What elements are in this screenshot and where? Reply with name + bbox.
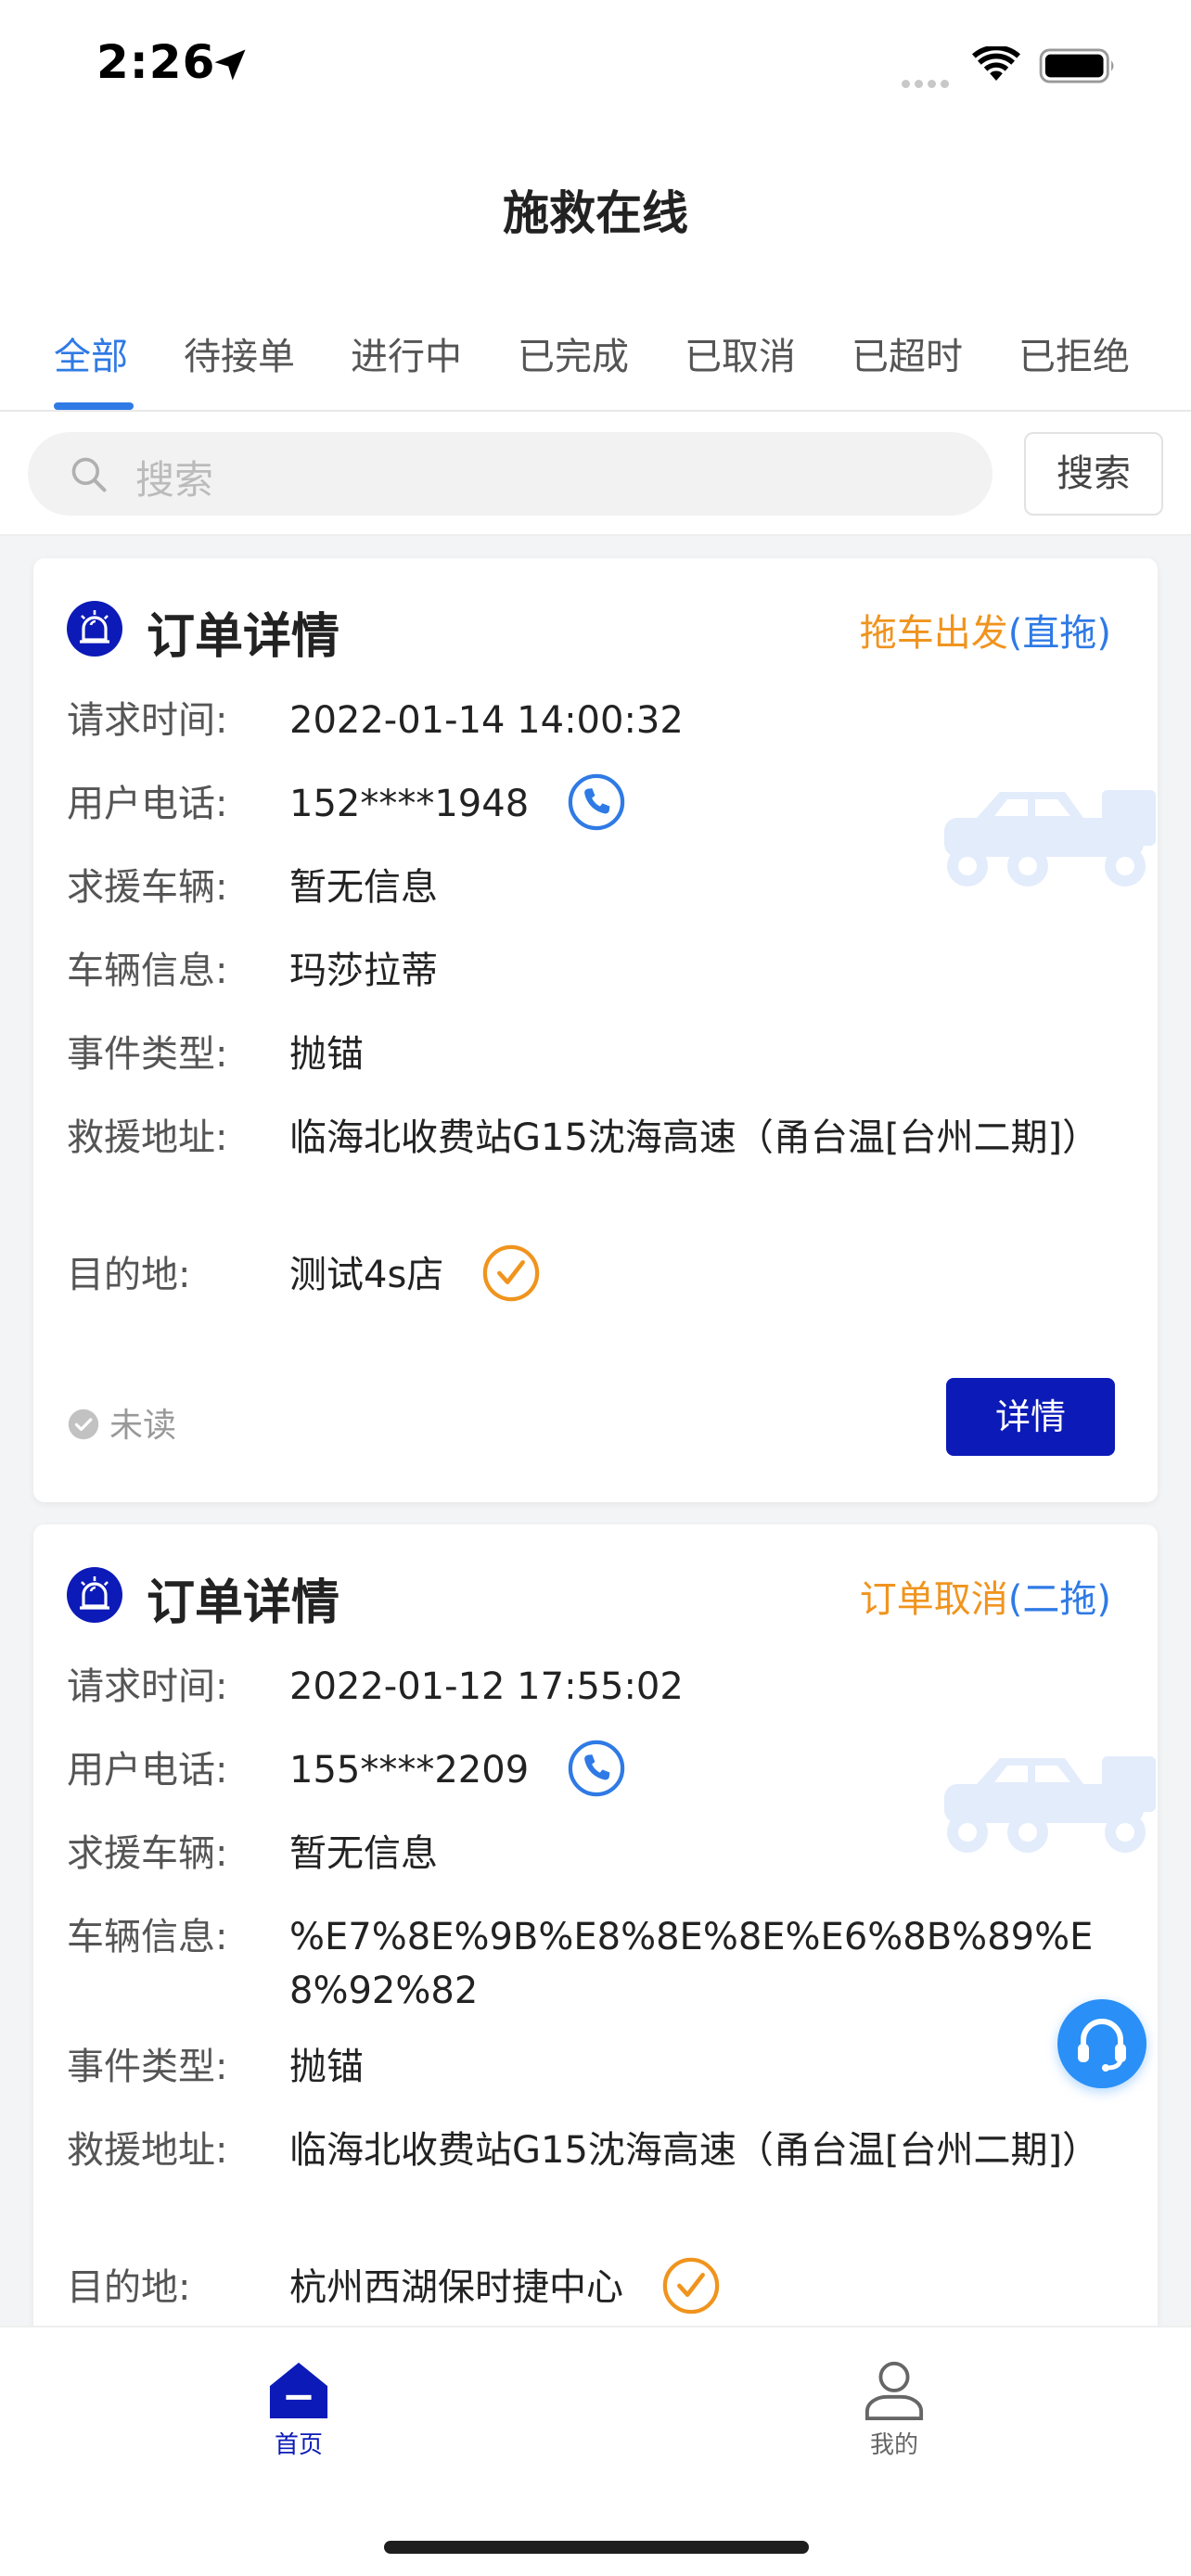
cellular-signal-icon [902, 74, 954, 92]
row-label: 目的地: [67, 2266, 191, 2309]
tabbar-item-home[interactable]: 首页 [224, 2359, 373, 2460]
tow-type-text: (直拖) [1007, 612, 1111, 655]
order-list: 订单详情 拖车出发(直拖) 请求时间: 2022-01-14 14:00:32 [0, 536, 1191, 2326]
card-title: 订单详情 [147, 1575, 340, 1631]
phone-icon[interactable] [568, 773, 625, 831]
search-icon [71, 457, 107, 492]
order-status-text: 拖车出发 [859, 612, 1008, 655]
tabbar-item-mine[interactable]: 我的 [820, 2359, 968, 2460]
row-label: 用户电话: [67, 783, 228, 825]
search-input[interactable]: 搜索 [28, 432, 992, 516]
row-value: 临海北收费站G15沈海高速（甬台温[台州二期]） [289, 1116, 1100, 1159]
wifi-icon [972, 46, 1020, 81]
phone-icon[interactable] [568, 1740, 625, 1797]
row-value: 152****1948 [289, 783, 530, 825]
row-value: 2022-01-12 17:55:02 [289, 1665, 684, 1708]
tabbar-label: 我的 [869, 2431, 918, 2459]
read-status-label: 未读 [109, 1407, 177, 1445]
row-value: 暂无信息 [289, 866, 438, 909]
alarm-light-icon [67, 601, 122, 657]
order-card: 订单详情 订单取消(二拖) 请求时间: 2022-01-12 17:55:02 [33, 1524, 1158, 2326]
detail-button[interactable]: 详情 [946, 1378, 1115, 1456]
tab-all[interactable]: 全部 [54, 326, 128, 380]
tab-cancelled[interactable]: 已取消 [685, 326, 796, 380]
row-label: 救援地址: [67, 2129, 228, 2172]
headset-icon [1078, 2019, 1126, 2072]
row-label: 救援地址: [67, 1116, 228, 1159]
alarm-light-icon [67, 1567, 122, 1623]
read-status: 未读 [67, 1398, 176, 1447]
row-label: 事件类型: [67, 1033, 228, 1076]
home-icon [269, 2362, 328, 2419]
row-value: 玛莎拉蒂 [289, 950, 438, 992]
order-status: 订单取消(二拖) [860, 1569, 1111, 1623]
tabbar-label: 首页 [274, 2431, 323, 2459]
order-status-text: 订单取消 [859, 1578, 1008, 1621]
order-status: 拖车出发(直拖) [860, 603, 1111, 657]
tab-in-progress[interactable]: 进行中 [351, 326, 462, 380]
tab-timed-out[interactable]: 已超时 [852, 326, 963, 380]
check-circle-icon [68, 1409, 99, 1440]
search-placeholder: 搜索 [135, 457, 214, 503]
check-circle-icon[interactable] [482, 1244, 540, 1302]
row-value: 155****2209 [289, 1749, 530, 1792]
row-label: 请求时间: [67, 699, 228, 742]
row-label: 请求时间: [67, 1665, 228, 1708]
row-value: 2022-01-14 14:00:32 [289, 699, 684, 742]
row-label: 车辆信息: [67, 1916, 228, 1958]
row-value: 抛锚 [289, 2046, 364, 2088]
active-tab-indicator [54, 402, 134, 410]
location-arrow-icon [214, 49, 246, 81]
card-title: 订单详情 [147, 609, 340, 665]
row-label: 目的地: [67, 1254, 191, 1296]
status-tabs: 全部 待接单 进行中 已完成 已取消 已超时 已拒绝 [0, 313, 1191, 412]
user-icon [864, 2361, 924, 2420]
customer-service-button[interactable] [1057, 1999, 1146, 2088]
search-bar: 搜索 搜索 [0, 414, 1191, 536]
tow-type-text: (二拖) [1007, 1578, 1111, 1621]
tab-pending[interactable]: 待接单 [184, 326, 295, 380]
bottom-tab-bar: 首页 我的 [0, 2326, 1191, 2576]
row-value: 抛锚 [289, 1033, 364, 1076]
order-card: 订单详情 拖车出发(直拖) 请求时间: 2022-01-14 14:00:32 [33, 558, 1158, 1502]
page-title: 施救在线 [503, 186, 688, 240]
row-label: 求援车辆: [67, 1832, 228, 1875]
tab-rejected[interactable]: 已拒绝 [1018, 326, 1130, 380]
battery-icon [1039, 48, 1114, 83]
row-value: 测试4s店 [289, 1254, 444, 1296]
tab-completed[interactable]: 已完成 [518, 326, 629, 380]
home-indicator [384, 2541, 809, 2554]
status-time: 2:26 [96, 35, 216, 89]
row-label: 求援车辆: [67, 866, 228, 909]
row-label: 事件类型: [67, 2046, 228, 2088]
row-label: 用户电话: [67, 1749, 228, 1792]
row-value: 暂无信息 [289, 1832, 438, 1875]
check-circle-icon[interactable] [662, 2257, 720, 2315]
search-button[interactable]: 搜索 [1024, 432, 1163, 516]
status-bar: 2:26 [0, 0, 1191, 130]
row-value: 临海北收费站G15沈海高速（甬台温[台州二期]） [289, 2129, 1100, 2172]
row-value: %E7%8E%9B%E8%8E%8E%E6%8B%89%E8%92%82 [289, 1916, 1094, 2012]
row-label: 车辆信息: [67, 950, 228, 992]
row-value: 杭州西湖保时捷中心 [289, 2266, 623, 2309]
